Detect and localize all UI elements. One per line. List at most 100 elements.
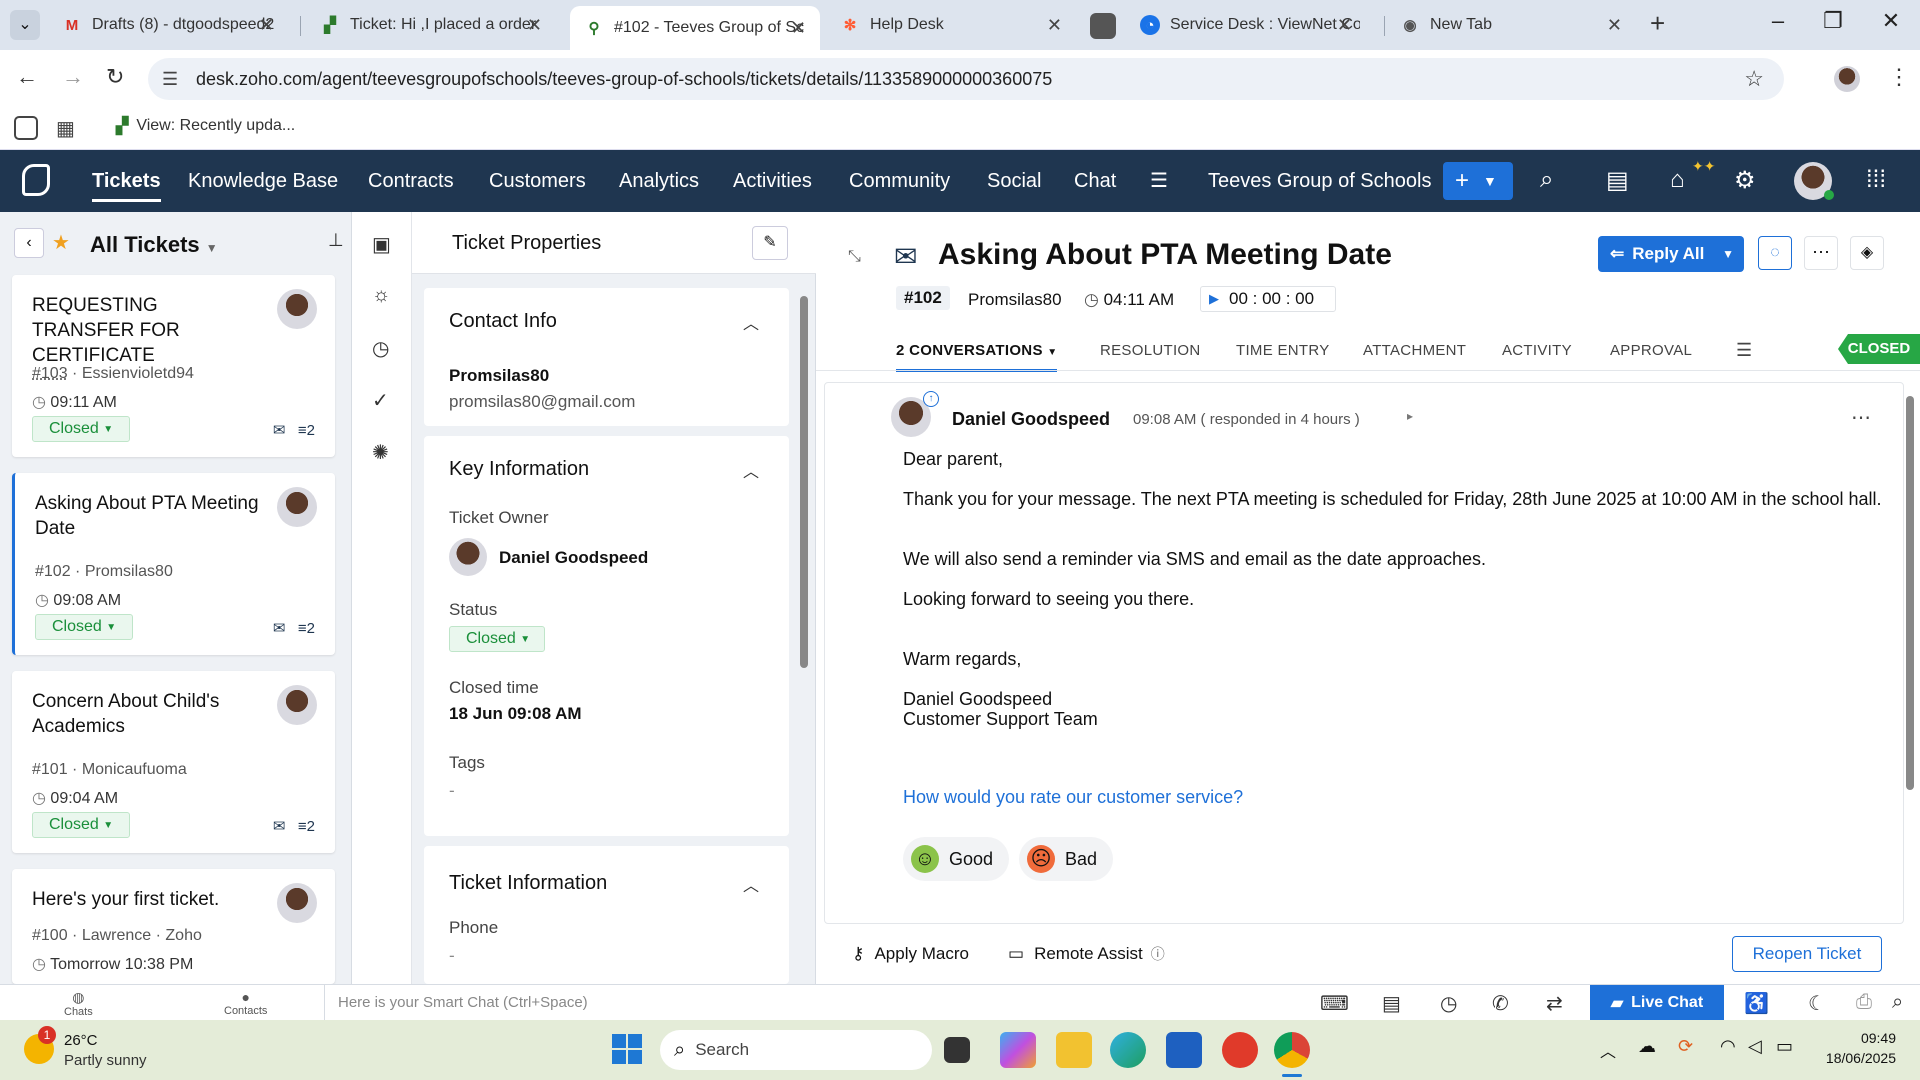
keyboard-icon[interactable]: ⌨ [1320, 991, 1349, 1016]
edge-icon[interactable] [1110, 1032, 1146, 1068]
nav-activities[interactable]: Activities [733, 150, 812, 212]
rating-bad-button[interactable]: ☹ Bad [1019, 837, 1113, 881]
tab-approval[interactable]: APPROVAL [1610, 342, 1692, 359]
message-options-icon[interactable]: ⋯ [1851, 405, 1871, 430]
nav-chat[interactable]: Chat [1074, 150, 1116, 212]
restore-button[interactable]: ❐ [1810, 8, 1856, 34]
apps-grid-icon[interactable]: ▦ [56, 116, 75, 141]
thread-scrollbar[interactable] [1906, 396, 1914, 790]
reply-all-button[interactable]: ⇐ Reply All ▼ [1598, 236, 1744, 272]
megaphone-icon[interactable]: ✆ [1492, 991, 1509, 1016]
bookmark-recently-updated[interactable]: ▞ View: Recently upda... [116, 116, 295, 136]
chevron-down-icon[interactable]: ▼ [1722, 247, 1734, 261]
back-icon[interactable]: ← [16, 64, 38, 90]
phone-value[interactable]: - [449, 946, 455, 966]
search-icon[interactable]: ⌕ [1540, 166, 1553, 194]
check-circle-icon[interactable]: ✓ [372, 388, 389, 413]
tab-help-desk[interactable]: ✻ Help Desk ✕ [826, 6, 1076, 44]
ticket-contact[interactable]: Promsilas80 [968, 290, 1062, 310]
ticket-id-badge[interactable]: #102 [896, 286, 950, 310]
ticket-card-selected[interactable]: Asking About PTA Meeting Date #102 · Pro… [12, 473, 335, 655]
tags-value[interactable]: - [449, 781, 455, 801]
nav-contracts[interactable]: Contracts [368, 150, 454, 212]
close-icon[interactable]: ✕ [259, 15, 274, 36]
tab-conversations[interactable]: 2 CONVERSATIONS ▼ [896, 342, 1058, 372]
thread-count[interactable]: ✉ ≡2 [273, 817, 315, 835]
close-icon[interactable]: ✕ [1607, 15, 1622, 36]
site-info-icon[interactable]: ☰ [162, 69, 178, 90]
tab-attachment[interactable]: ATTACHMENT [1363, 342, 1466, 359]
chats-button[interactable]: ◍ Chats [64, 989, 93, 1018]
author-name[interactable]: Daniel Goodspeed [952, 409, 1110, 430]
nav-customers[interactable]: Customers [489, 150, 586, 212]
minimize-button[interactable]: – [1755, 8, 1801, 34]
ticket-owner[interactable]: Daniel Goodspeed [499, 548, 648, 568]
ticket-contact[interactable]: Essienvioletd94 [82, 365, 194, 382]
zoho-desk-logo[interactable] [22, 164, 50, 196]
notes-icon[interactable]: ▤ [1606, 166, 1629, 195]
status-badge[interactable]: Closed ▼ [35, 614, 134, 640]
tab-time-entry[interactable]: TIME ENTRY [1236, 342, 1330, 359]
org-name[interactable]: Teeves Group of Schools [1208, 150, 1431, 212]
dark-mode-icon[interactable]: ☾ [1808, 991, 1826, 1016]
ticket-id[interactable]: #103 [32, 365, 68, 382]
star-icon[interactable]: ★ [52, 230, 70, 255]
tab-zoho-ticket[interactable]: ▞ Ticket: Hi ,I placed a order ✕ [306, 6, 556, 44]
history-icon[interactable]: ◷ [372, 336, 389, 361]
view-selector[interactable]: All Tickets ▼ [90, 232, 218, 258]
timer[interactable]: ▶ 00 : 00 : 00 [1200, 286, 1336, 312]
ticket-contact[interactable]: Lawrence [82, 927, 151, 944]
ticket-card[interactable]: REQUESTING TRANSFER FOR CERTIFICATE #103… [12, 275, 335, 457]
new-tab-button[interactable]: + [1650, 8, 1665, 39]
expand-icon[interactable]: ▸ [1407, 409, 1413, 423]
comment-button[interactable]: ◌ [1758, 236, 1792, 270]
ticket-contact[interactable]: Promsilas80 [85, 563, 173, 580]
reload-icon[interactable]: ↻ [106, 64, 124, 90]
wifi-icon[interactable]: ◠ [1720, 1036, 1736, 1057]
apply-macro-button[interactable]: ⚷ Apply Macro [852, 944, 969, 964]
taskbar-search[interactable]: ⌕ Search [660, 1030, 932, 1070]
chevron-up-icon[interactable]: ︿ [1600, 1038, 1616, 1062]
chevron-up-icon[interactable]: ︿ [743, 310, 759, 334]
address-bar[interactable]: ☰ desk.zoho.com/agent/teevesgroupofschoo… [148, 58, 1784, 100]
contact-email[interactable]: promsilas80@gmail.com [449, 392, 635, 412]
print-icon[interactable]: ⎙ [1856, 991, 1872, 1014]
remote-assist-button[interactable]: ▭ Remote Assist ⓘ [1008, 944, 1165, 964]
tab-gmail[interactable]: M Drafts (8) - dtgoodspeed2 ✕ [48, 6, 288, 44]
marketplace-icon[interactable]: ⌂ ✦✦ [1670, 158, 1715, 194]
user-avatar[interactable] [1794, 162, 1834, 200]
back-button[interactable]: ‹ [14, 228, 44, 258]
reopen-ticket-button[interactable]: Reopen Ticket [1732, 936, 1882, 972]
window-close-button[interactable]: ✕ [1868, 8, 1914, 34]
nav-social[interactable]: Social [987, 150, 1041, 212]
ticket-id[interactable]: #100 [32, 927, 68, 944]
close-icon[interactable]: ✕ [791, 18, 806, 39]
tab-activity[interactable]: ACTIVITY [1502, 342, 1572, 359]
tab-new-tab[interactable]: ◉ New Tab ✕ [1386, 6, 1636, 44]
gear-icon[interactable]: ⚙ [1734, 166, 1756, 195]
search-icon[interactable]: ⌕ [1892, 991, 1903, 1014]
contact-name[interactable]: Promsilas80 [449, 366, 549, 386]
smart-chat-input[interactable]: Here is your Smart Chat (Ctrl+Space) [338, 994, 588, 1011]
close-icon[interactable]: ✕ [527, 15, 542, 36]
chevron-up-icon[interactable]: ︿ [743, 872, 759, 896]
clock-widget[interactable]: 09:49 18/06/2025 [1816, 1030, 1896, 1066]
thread-count[interactable]: ✉ ≡2 [273, 421, 315, 439]
close-icon[interactable]: ✕ [1047, 15, 1062, 36]
tab-resolution[interactable]: RESOLUTION [1100, 342, 1201, 359]
accessibility-icon[interactable]: ♿ [1744, 991, 1769, 1016]
nav-tickets[interactable]: Tickets [92, 150, 161, 212]
nav-analytics[interactable]: Analytics [619, 150, 699, 212]
rating-question[interactable]: How would you rate our customer service? [903, 787, 1243, 808]
app-launcher-icon[interactable]: ⁞⁞⁞ [1866, 166, 1886, 194]
chrome-icon[interactable] [1274, 1032, 1310, 1068]
battery-icon[interactable]: ▭ [1776, 1036, 1793, 1057]
clock-icon[interactable]: ◷ [1440, 991, 1457, 1016]
volume-icon[interactable]: ◁ [1748, 1036, 1762, 1057]
weather-widget[interactable]: 1 26°C Partly sunny [24, 1026, 164, 1072]
ticket-id[interactable]: #102 [35, 563, 71, 580]
more-menu-icon[interactable]: ☰ [1150, 168, 1168, 193]
info-icon[interactable]: ⓘ [1151, 944, 1165, 964]
store-icon[interactable] [1166, 1032, 1202, 1068]
sidebar-toggle-icon[interactable] [14, 116, 38, 140]
